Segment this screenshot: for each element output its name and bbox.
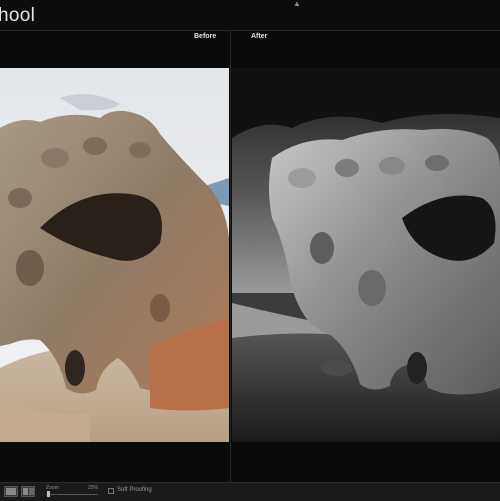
before-photo[interactable] [0, 68, 229, 442]
zoom-value: 25% [88, 485, 99, 491]
module-title: hool [0, 5, 36, 26]
zoom-slider-track[interactable] [46, 494, 98, 495]
before-label: Before [194, 33, 217, 40]
after-photo-image [232, 68, 500, 442]
zoom-slider-thumb[interactable] [47, 491, 50, 497]
before-after-view-icon[interactable] [21, 486, 35, 497]
loupe-view-icon[interactable] [4, 486, 18, 497]
collapse-arrow-icon[interactable]: ▲ [293, 0, 301, 8]
compare-divider [230, 31, 231, 481]
soft-proofing-checkbox[interactable] [108, 488, 114, 494]
toolbar [0, 482, 500, 501]
after-photo[interactable] [232, 68, 500, 442]
compare-divider-lower [230, 442, 231, 482]
after-label: After [251, 33, 268, 40]
before-photo-image [0, 68, 229, 442]
header-divider [0, 30, 500, 31]
soft-proofing-label: Soft Proofing [117, 487, 152, 493]
top-panel: hool ▲ [0, 0, 500, 30]
